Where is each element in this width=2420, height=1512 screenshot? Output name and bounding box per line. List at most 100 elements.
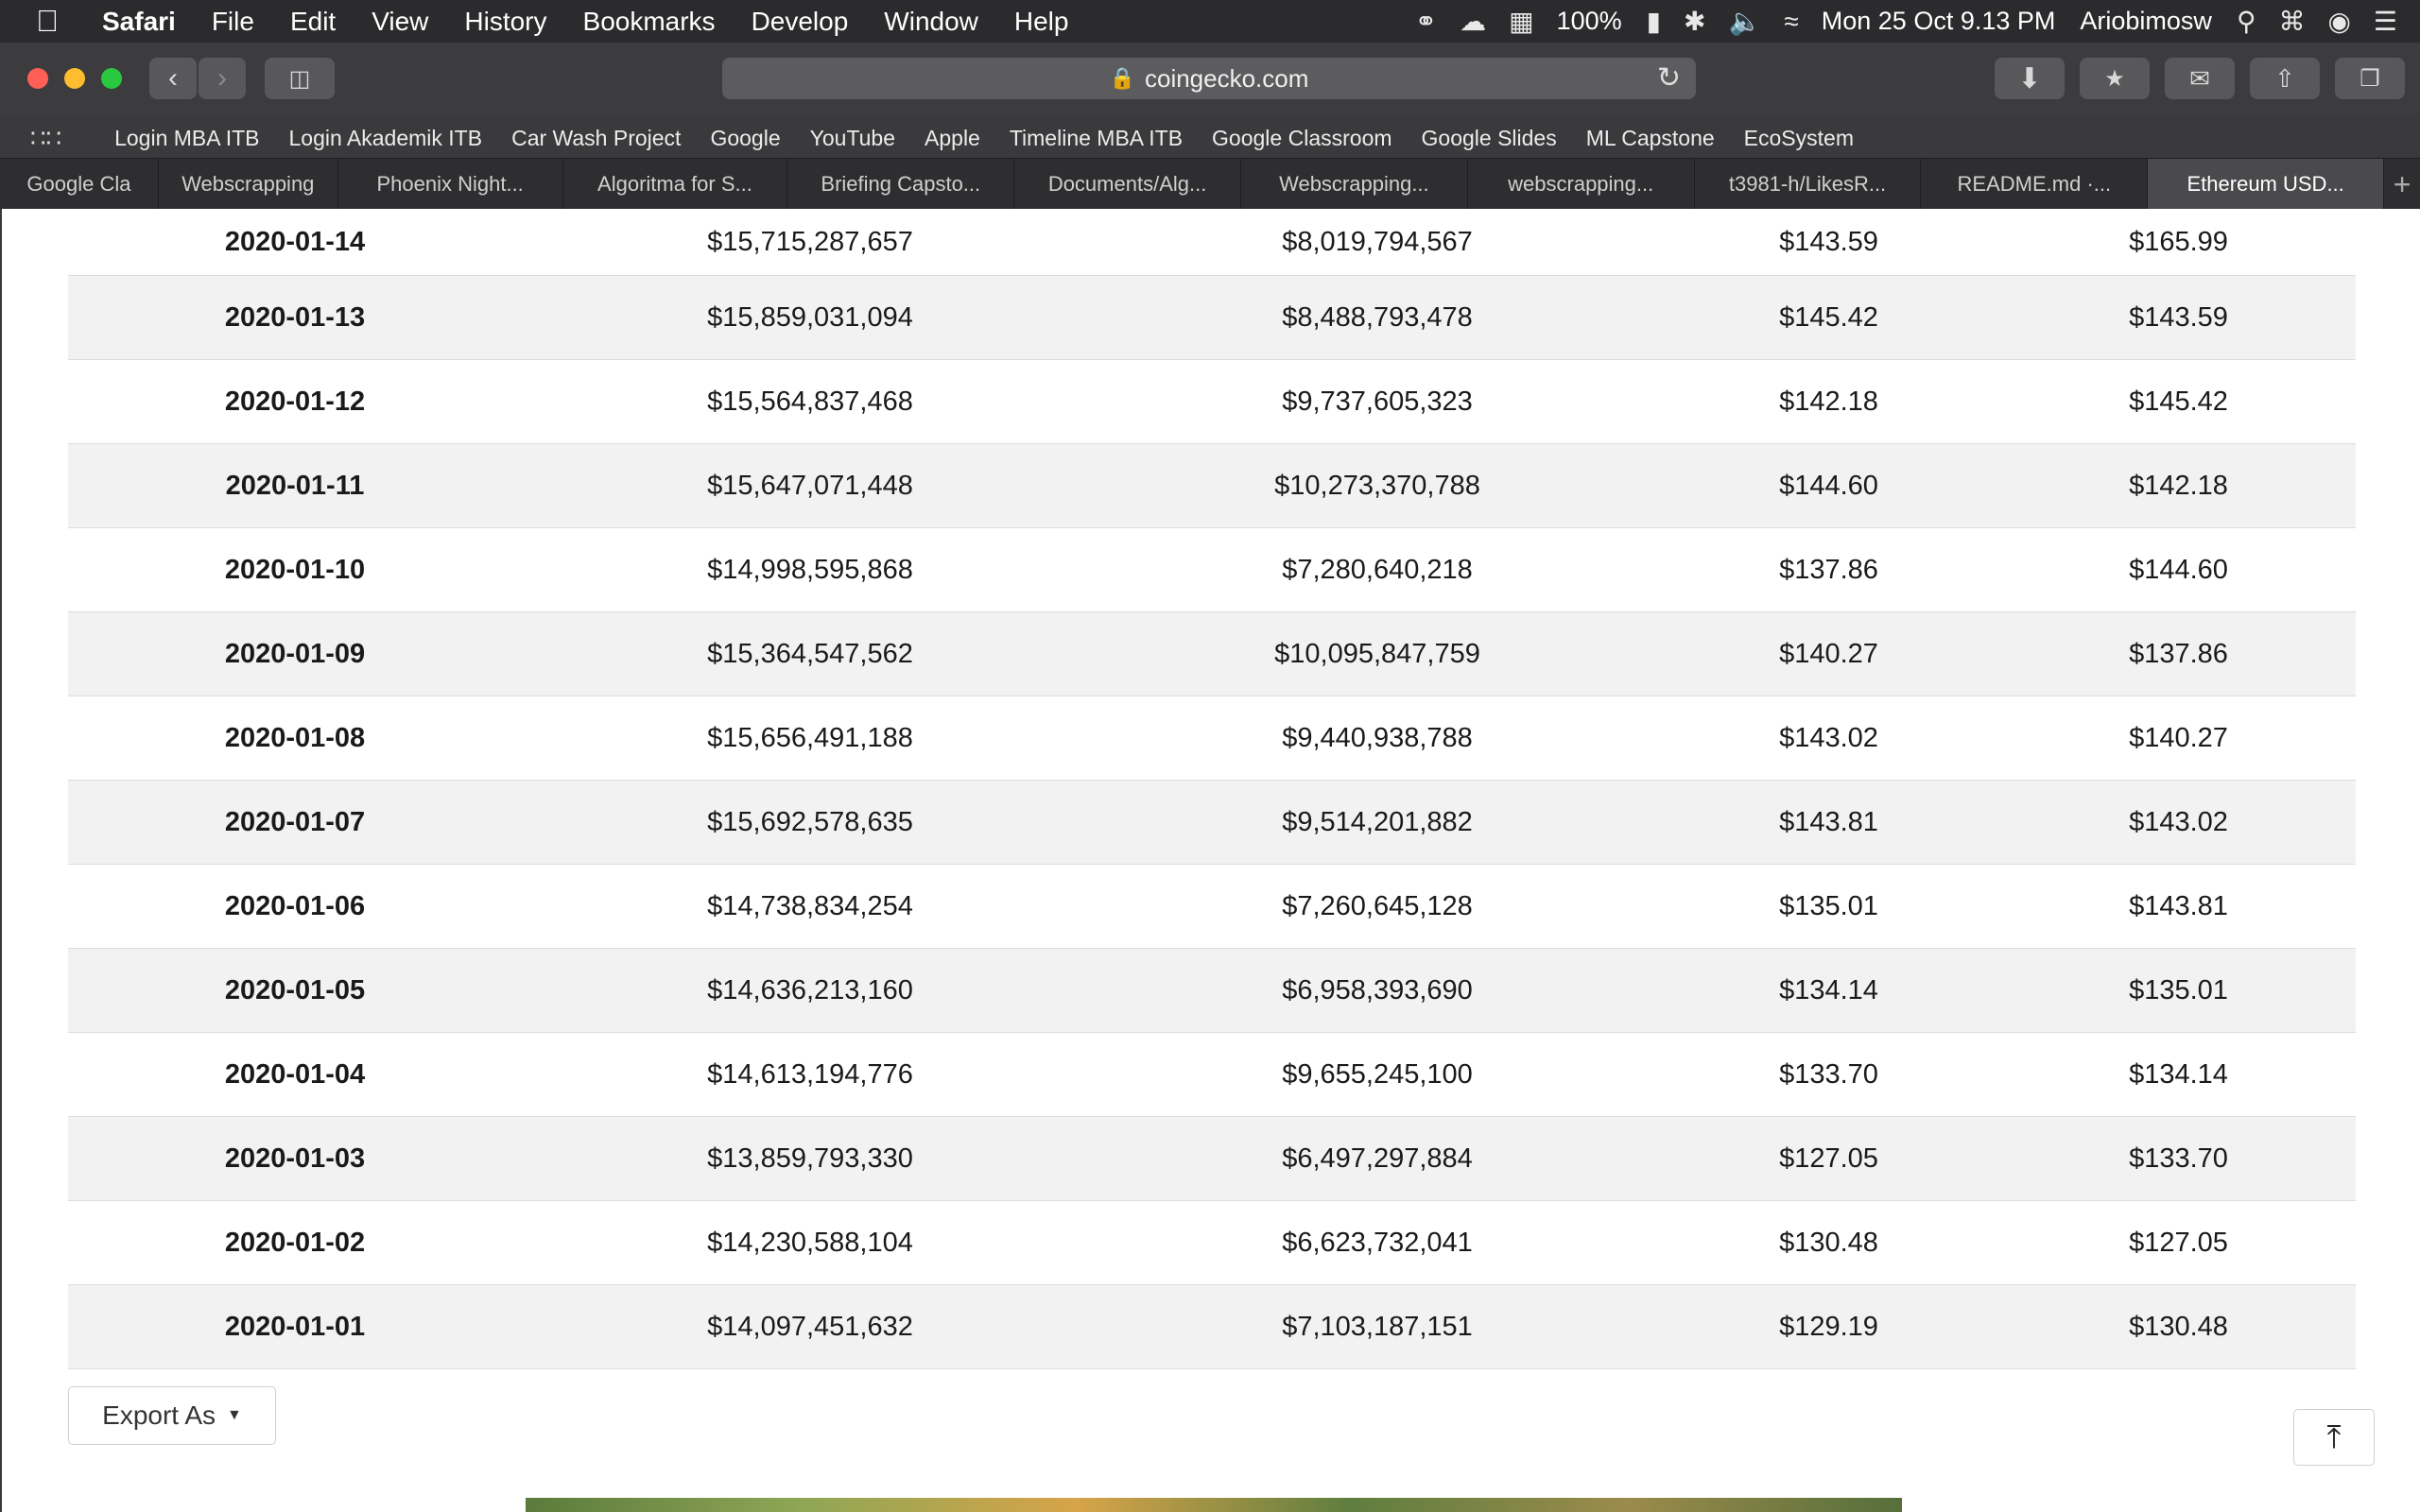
forward-button[interactable]: › — [199, 58, 246, 99]
creative-cloud-icon[interactable]: ⚭ — [1415, 6, 1437, 37]
menu-history[interactable]: History — [464, 7, 546, 37]
address-bar[interactable]: 🔒 coingecko.com ↻ — [722, 58, 1696, 99]
cell-date: 2020-01-13 — [224, 301, 366, 333]
table-row: 2020-01-06 $14,738,834,254 $7,260,645,128 $… — [68, 865, 2356, 949]
table-row: 2020-01-14 $15,715,287,657 $8,019,794,567 $… — [68, 209, 2356, 276]
tab-readme[interactable]: README.md ·... — [1921, 159, 2149, 210]
memory-icon[interactable]: ▦ — [1509, 6, 1533, 37]
cloud-sync-icon[interactable]: ☁ — [1460, 6, 1486, 37]
scroll-to-top-button[interactable]: ⤒ — [2293, 1409, 2375, 1466]
tab-likesr[interactable]: t3981-h/LikesR... — [1695, 159, 1922, 210]
cell-market-cap: $14,998,595,868 — [707, 554, 913, 585]
bookmark-ml-capstone[interactable]: ML Capstone — [1586, 126, 1715, 151]
cell-close: $127.05 — [2129, 1227, 2228, 1258]
bookmark-apple[interactable]: Apple — [925, 126, 980, 151]
apple-logo-icon[interactable]:  — [36, 4, 74, 39]
bookmark-google-slides[interactable]: Google Slides — [1422, 126, 1557, 151]
tab-webscrapping-2[interactable]: Webscrapping... — [1241, 159, 1468, 210]
reload-icon[interactable]: ↻ — [1657, 61, 1681, 94]
cell-volume: $8,019,794,567 — [1282, 226, 1473, 257]
bookmark-google-classroom[interactable]: Google Classroom — [1212, 126, 1392, 151]
menu-file[interactable]: File — [212, 7, 254, 37]
cell-open: $130.48 — [1779, 1227, 1878, 1258]
menu-view[interactable]: View — [372, 7, 428, 37]
battery-percent: 100% — [1556, 7, 1622, 35]
share-button[interactable]: ⇧ — [2250, 58, 2320, 99]
email-button[interactable]: ✉ — [2165, 58, 2235, 99]
sidebar-icon: ◫ — [288, 65, 311, 92]
cell-market-cap: $15,564,837,468 — [707, 386, 913, 417]
siri-icon[interactable]: ◉ — [2327, 6, 2350, 37]
download-icon: ⬇ — [2017, 62, 2042, 94]
cell-open: $145.42 — [1779, 301, 1878, 333]
cell-open: $143.81 — [1779, 806, 1878, 837]
cell-date: 2020-01-02 — [224, 1227, 366, 1258]
spotlight-search-icon[interactable]: ⚲ — [2237, 6, 2256, 37]
menu-help[interactable]: Help — [1014, 7, 1069, 37]
star-icon: ★ — [2104, 65, 2125, 92]
envelope-icon: ✉ — [2189, 63, 2210, 93]
tab-phoenix-night[interactable]: Phoenix Night... — [338, 159, 563, 210]
tab-webscrapping-1[interactable]: Webscrapping — [159, 159, 338, 210]
cell-market-cap: $14,636,213,160 — [707, 974, 913, 1005]
cell-date: 2020-01-06 — [224, 890, 366, 921]
cell-open: $133.70 — [1779, 1058, 1878, 1090]
menu-app-name[interactable]: Safari — [102, 7, 176, 37]
tab-overview-button[interactable]: ❐ — [2335, 58, 2405, 99]
cell-market-cap: $13,859,793,330 — [707, 1143, 913, 1174]
bluetooth-icon[interactable]: ✱ — [1684, 6, 1705, 37]
menu-bookmarks[interactable]: Bookmarks — [583, 7, 716, 37]
cell-close: $130.48 — [2129, 1311, 2228, 1342]
reader-extension-button[interactable]: ★ — [2080, 58, 2150, 99]
tab-documents-alg[interactable]: Documents/Alg... — [1014, 159, 1241, 210]
downloads-button[interactable]: ⬇ — [1995, 58, 2065, 99]
tab-algoritma[interactable]: Algoritma for S... — [563, 159, 788, 210]
apps-grid-icon[interactable]: ∷∷ — [30, 124, 61, 153]
sidebar-toggle-button[interactable]: ◫ — [265, 58, 335, 99]
table-row: 2020-01-10 $14,998,595,868 $7,280,640,218 $… — [68, 528, 2356, 612]
menu-window[interactable]: Window — [884, 7, 978, 37]
bookmark-timeline-mba-itb[interactable]: Timeline MBA ITB — [1010, 126, 1183, 151]
cell-open: $129.19 — [1779, 1311, 1878, 1342]
bookmark-google[interactable]: Google — [710, 126, 780, 151]
cell-volume: $7,103,187,151 — [1282, 1311, 1473, 1342]
menu-develop[interactable]: Develop — [752, 7, 849, 37]
bookmark-youtube[interactable]: YouTube — [810, 126, 895, 151]
cell-close: $142.18 — [2129, 470, 2228, 501]
menu-clock[interactable]: Mon 25 Oct 9.13 PM — [1822, 7, 2056, 36]
status-area: ⚭ ☁ ▦ 100% ▮ ✱ 🔈 ≈ Mon 25 Oct 9.13 PM Ar… — [1415, 0, 2420, 43]
wifi-icon[interactable]: ≈ — [1784, 7, 1798, 37]
tab-ethereum-usd[interactable]: Ethereum USD... — [2148, 159, 2385, 210]
cell-volume: $6,497,297,884 — [1282, 1143, 1473, 1174]
cell-market-cap: $15,692,578,635 — [707, 806, 913, 837]
bookmark-login-mba-itb[interactable]: Login MBA ITB — [114, 126, 259, 151]
table-row: 2020-01-03 $13,859,793,330 $6,497,297,884 $… — [68, 1117, 2356, 1201]
menu-user[interactable]: Ariobimosw — [2080, 7, 2212, 36]
keyboard-viewer-icon[interactable]: ⌘ — [2278, 6, 2305, 37]
cell-close: $133.70 — [2129, 1143, 2228, 1174]
close-window-button[interactable] — [27, 68, 48, 89]
bookmark-login-akademik-itb[interactable]: Login Akademik ITB — [289, 126, 483, 151]
new-tab-button[interactable]: + — [2384, 167, 2420, 202]
table-row: 2020-01-12 $15,564,837,468 $9,737,605,323 $… — [68, 360, 2356, 444]
plus-icon: + — [2393, 166, 2411, 201]
tab-label: Webscrapping... — [1279, 172, 1429, 196]
bookmark-car-wash-project[interactable]: Car Wash Project — [511, 126, 681, 151]
cell-close: $143.81 — [2129, 890, 2228, 921]
minimize-window-button[interactable] — [64, 68, 85, 89]
tab-label: Phoenix Night... — [376, 172, 524, 196]
notification-center-icon[interactable]: ☰ — [2374, 6, 2397, 37]
battery-icon[interactable]: ▮ — [1647, 6, 1661, 37]
historical-data-table: 2020-01-14 $15,715,287,657 $8,019,794,567 $… — [68, 209, 2356, 1369]
fullscreen-window-button[interactable] — [101, 68, 122, 89]
cell-close: $134.14 — [2129, 1058, 2228, 1090]
export-as-button[interactable]: Export As ▼ — [68, 1386, 276, 1445]
tab-webscrapping-3[interactable]: webscrapping... — [1468, 159, 1695, 210]
cell-market-cap: $15,715,287,657 — [707, 226, 913, 257]
volume-icon[interactable]: 🔈 — [1729, 6, 1762, 37]
menu-edit[interactable]: Edit — [290, 7, 336, 37]
back-button[interactable]: ‹ — [149, 58, 197, 99]
tab-google-classroom[interactable]: Google Cla — [0, 159, 159, 210]
bookmark-ecosystem[interactable]: EcoSystem — [1744, 126, 1854, 151]
tab-briefing-capstone[interactable]: Briefing Capsto... — [787, 159, 1015, 210]
